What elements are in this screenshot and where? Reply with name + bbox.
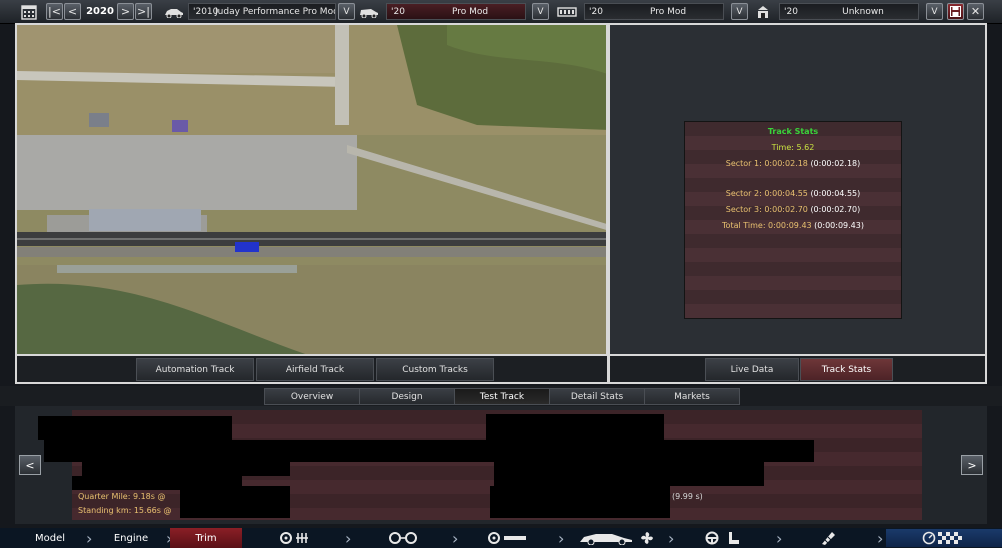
tab-live-data[interactable]: Live Data bbox=[705, 358, 799, 381]
year-label: 2020 bbox=[86, 6, 114, 17]
sector-3-best: (0:00:02.70) bbox=[810, 205, 861, 214]
info-partial-value: (9.99 s) bbox=[672, 492, 703, 501]
variant-name: Unknown bbox=[842, 6, 884, 17]
variant-year: '20 bbox=[784, 6, 798, 17]
variant-field[interactable]: '20 Unknown bbox=[779, 3, 919, 20]
nav-separator-icon: › bbox=[452, 528, 459, 548]
total-time: Total Time: 0:00:09.43 bbox=[722, 221, 812, 230]
car-trim-icon bbox=[358, 3, 380, 20]
trim-name: Pro Mod bbox=[451, 6, 489, 17]
sector-1-time: Sector 1: 0:00:02.18 bbox=[725, 159, 808, 168]
nav-trim[interactable]: Trim bbox=[170, 528, 242, 548]
airfield-aerial-image bbox=[17, 25, 606, 354]
quarter-mile-stat: Quarter Mile: 9.18s @ bbox=[78, 492, 166, 501]
calendar-icon[interactable] bbox=[20, 3, 38, 20]
model-year: '2010 bbox=[193, 6, 219, 17]
tab-track-stats[interactable]: Track Stats bbox=[800, 358, 893, 381]
engine-name: Pro Mod bbox=[649, 6, 687, 17]
tab-markets[interactable]: Markets bbox=[644, 388, 740, 405]
chassis-icon[interactable] bbox=[276, 529, 316, 547]
year-next-button[interactable]: > bbox=[117, 3, 134, 20]
model-dropdown-button[interactable]: V bbox=[338, 3, 355, 20]
car-marker bbox=[235, 242, 259, 252]
save-icon[interactable] bbox=[947, 3, 964, 20]
redaction bbox=[494, 462, 764, 486]
engine-icon bbox=[556, 3, 578, 20]
redaction bbox=[82, 462, 290, 476]
variant-dropdown-button[interactable]: V bbox=[926, 3, 943, 20]
drivetrain-icon[interactable] bbox=[484, 529, 532, 547]
interior-icon[interactable] bbox=[700, 529, 746, 547]
redaction bbox=[374, 440, 814, 462]
redaction bbox=[486, 414, 664, 442]
track-map[interactable] bbox=[15, 23, 608, 356]
year-first-button[interactable]: |< bbox=[46, 3, 63, 20]
sector-3-time: Sector 3: 0:00:02.70 bbox=[725, 205, 808, 214]
nav-separator-icon: › bbox=[668, 528, 675, 548]
year-last-button[interactable]: >| bbox=[135, 3, 152, 20]
trim-dropdown-button[interactable]: V bbox=[532, 3, 549, 20]
redaction bbox=[490, 486, 670, 518]
trim-field[interactable]: '20 Pro Mod bbox=[386, 3, 526, 20]
model-field[interactable]: '2010 Juday Performance Pro Mod bbox=[188, 3, 336, 20]
nav-separator-icon: › bbox=[86, 528, 93, 548]
trim-year: '20 bbox=[391, 6, 405, 17]
body-icon[interactable] bbox=[576, 529, 636, 547]
redaction bbox=[44, 440, 374, 462]
nav-separator-icon: › bbox=[558, 528, 565, 548]
variant-icon bbox=[754, 3, 772, 20]
nav-separator-icon: › bbox=[776, 528, 783, 548]
track-stats-time: Time: 5.62 bbox=[771, 143, 815, 152]
nav-separator-icon: › bbox=[345, 528, 352, 548]
model-name: Juday Performance Pro Mod bbox=[215, 6, 336, 17]
redaction bbox=[180, 486, 290, 518]
car-model-icon bbox=[162, 3, 186, 20]
engine-year: '20 bbox=[589, 6, 603, 17]
tab-custom-tracks[interactable]: Custom Tracks bbox=[376, 358, 494, 381]
total-time-row: Total Time: 0:00:09.43 (0:00:09.43) bbox=[685, 221, 901, 230]
track-stats-box: Track Stats Time: 5.62 Sector 1: 0:00:02… bbox=[684, 121, 902, 319]
close-button[interactable]: ✕ bbox=[967, 3, 984, 20]
sector-1-best: (0:00:02.18) bbox=[810, 159, 861, 168]
tab-airfield-track[interactable]: Airfield Track bbox=[256, 358, 374, 381]
nav-engine[interactable]: Engine bbox=[96, 528, 166, 548]
sector-2-time: Sector 2: 0:00:04.55 bbox=[725, 189, 808, 198]
sector-1-row: Sector 1: 0:00:02.18 (0:00:02.18) bbox=[685, 159, 901, 168]
engine-field[interactable]: '20 Pro Mod bbox=[584, 3, 724, 20]
tab-automation-track[interactable]: Automation Track bbox=[136, 358, 254, 381]
fan-icon[interactable] bbox=[636, 529, 658, 547]
sector-2-row: Sector 2: 0:00:04.55 (0:00:04.55) bbox=[685, 189, 901, 198]
panel-divider bbox=[607, 356, 610, 384]
track-stats-title: Track Stats bbox=[767, 127, 819, 136]
tab-design[interactable]: Design bbox=[359, 388, 455, 405]
suspension-icon[interactable] bbox=[383, 529, 423, 547]
info-prev-button[interactable]: < bbox=[19, 455, 41, 475]
standing-km-stat: Standing km: 15.66s @ bbox=[78, 506, 172, 515]
tab-test-track[interactable]: Test Track bbox=[454, 388, 550, 405]
sector-2-best: (0:00:04.55) bbox=[810, 189, 861, 198]
info-next-button[interactable]: > bbox=[961, 455, 983, 475]
redaction bbox=[38, 416, 232, 440]
test-track-icon[interactable] bbox=[886, 529, 1002, 547]
total-time-best: (0:00:09.43) bbox=[814, 221, 864, 230]
engine-dropdown-button[interactable]: V bbox=[731, 3, 748, 20]
tab-detail-stats[interactable]: Detail Stats bbox=[549, 388, 645, 405]
tire-icon[interactable] bbox=[814, 529, 842, 547]
year-prev-button[interactable]: < bbox=[64, 3, 81, 20]
nav-model[interactable]: Model bbox=[14, 528, 86, 548]
tab-overview[interactable]: Overview bbox=[264, 388, 360, 405]
sector-3-row: Sector 3: 0:00:02.70 (0:00:02.70) bbox=[685, 205, 901, 214]
